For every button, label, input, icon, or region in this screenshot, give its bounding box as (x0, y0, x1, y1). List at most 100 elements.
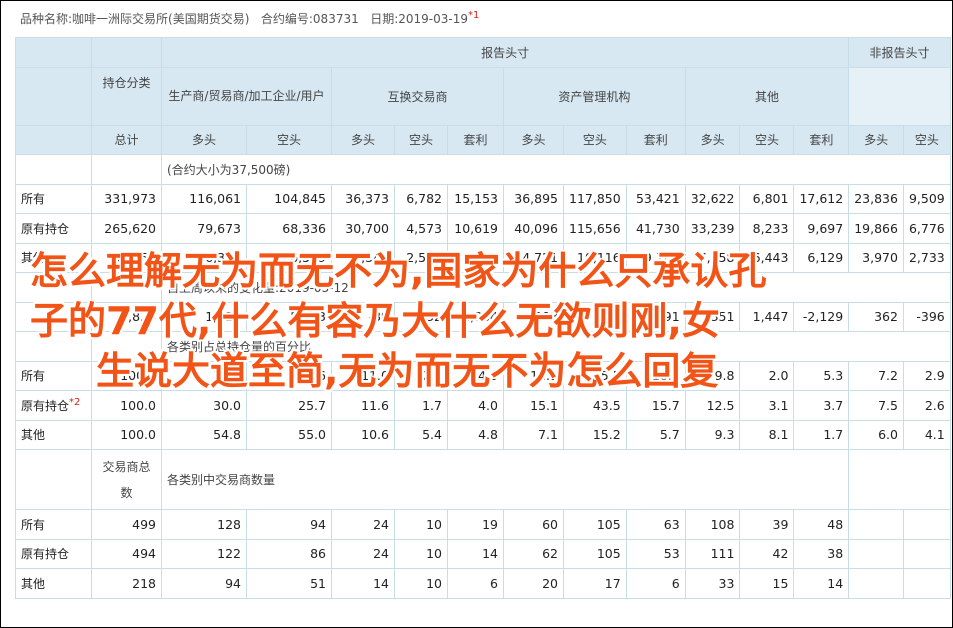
table-cell: 5.7 (625, 419, 686, 450)
table-cell: 30,700 (331, 213, 395, 244)
table-cell: 116,061 (161, 183, 247, 214)
col-nonrep-short: 空头 (902, 124, 951, 155)
traders-category-label: 各类别中交易商数量 (160, 449, 850, 510)
overlay-line-2: 子的77代,什么有容乃大什么无欲则刚,女 (30, 299, 720, 343)
table-cell: 94 (246, 509, 332, 540)
table-cell: 19 (447, 509, 504, 540)
table-cell: 8.1 (739, 419, 795, 450)
table-cell: 39 (739, 509, 795, 540)
table-cell: 48 (793, 509, 850, 540)
table-cell: 15,153 (447, 183, 504, 214)
col-other-spread: 套利 (793, 124, 850, 155)
table-cell: 111 (684, 538, 741, 569)
table-row: 所有 331,973 116,061 104,845 36,373 6,782 15,… (15, 183, 951, 214)
table-cell: 68,336 (246, 213, 332, 244)
category-managed-money: 资产管理机构 (503, 66, 686, 126)
table-cell: 42 (739, 538, 795, 569)
table-cell: 6 (625, 568, 686, 599)
table-cell: 117,850 (563, 183, 627, 214)
table-cell: 86 (246, 538, 332, 569)
group-reportable: 报告头寸 (160, 37, 850, 68)
table-cell: 10 (394, 538, 448, 569)
table-cell: 115,656 (563, 213, 627, 244)
col-total: 总计 (91, 124, 162, 155)
contract-code: 合约编号:083731 (260, 12, 359, 26)
table-cell: 7.1 (503, 419, 564, 450)
col-managed-short: 空头 (563, 124, 627, 155)
table-cell: 15.2 (563, 419, 627, 450)
table-cell: 14 (447, 538, 504, 569)
table-cell: 36,373 (331, 183, 395, 214)
traders-total-label: 交易商总数 (91, 449, 162, 510)
table-cell: 79,673 (161, 213, 247, 244)
table-cell: 10 (394, 509, 448, 540)
table-cell: 4.1 (902, 419, 951, 450)
row-label-old: 原有持仓 (15, 213, 92, 244)
col-managed-long: 多头 (503, 124, 564, 155)
col-nonrep-long: 多头 (848, 124, 904, 155)
table-cell: 9,509 (902, 183, 951, 214)
note-mark-2[interactable]: *2 (69, 397, 80, 408)
group-nonreportable: 非报告头寸 (848, 37, 951, 68)
col-producer-short: 空头 (246, 124, 332, 155)
col-producer-long: 多头 (161, 124, 247, 155)
table-cell: 15 (739, 568, 795, 599)
table-cell: 53,421 (625, 183, 686, 214)
col-swap-short: 空头 (394, 124, 448, 155)
table-cell: 6,801 (739, 183, 795, 214)
overlay-headline: 怎么理解无为而无不为,国家为什么只承认孔 子的77代,什么有容乃大什么无欲则刚,… (30, 246, 930, 396)
table-cell: 51 (246, 568, 332, 599)
col-managed-spread: 套利 (625, 124, 686, 155)
row-label-old: 原有持仓 (15, 538, 92, 569)
row-label-other: 其他 (15, 568, 92, 599)
product-name: 品种名称:咖啡一洲际交易所(美国期货交易) (20, 12, 250, 26)
table-cell: 20 (503, 568, 564, 599)
table-cell: 108 (684, 509, 741, 540)
table-row: 所有 499 128 94 24 10 19 60 105 63 108 39 48 (15, 509, 951, 540)
table-row: 其他 100.0 54.8 55.0 10.6 5.4 4.8 7.1 15.2 5.7… (15, 419, 951, 450)
col-other-short: 空头 (739, 124, 795, 155)
row-label-all: 所有 (15, 509, 92, 540)
table-cell: 104,845 (246, 183, 332, 214)
table-cell: 6.0 (848, 419, 904, 450)
table-cell: 105 (563, 509, 627, 540)
table-cell: 5.4 (394, 419, 448, 450)
table-cell: 36,895 (503, 183, 564, 214)
table-cell: 4,573 (394, 213, 448, 244)
table-cell: 6,776 (902, 213, 951, 244)
table-cell: 105 (563, 538, 627, 569)
table-cell: 6,782 (394, 183, 448, 214)
table-cell: 14 (793, 568, 850, 599)
table-cell: 9.3 (684, 419, 741, 450)
table-cell: 55.0 (246, 419, 332, 450)
table-cell: 23,836 (848, 183, 904, 214)
table-cell: 54.8 (161, 419, 247, 450)
table-cell: 9,697 (793, 213, 850, 244)
table-cell: 14 (331, 568, 395, 599)
contract-unit-label: (合约大小为37,500磅) (161, 154, 951, 185)
table-cell: 100.0 (91, 419, 162, 450)
note-mark-1[interactable]: *1 (468, 10, 479, 21)
position-category-header: 持仓分类 (91, 66, 162, 126)
table-cell: 24 (331, 538, 395, 569)
table-cell: 38 (793, 538, 850, 569)
table-cell: 331,973 (91, 183, 162, 214)
table-row: 原有持仓 265,620 79,673 68,336 30,700 4,573 10,… (15, 213, 951, 244)
table-cell: 60 (503, 509, 564, 540)
table-cell: 53 (625, 538, 686, 569)
table-cell: 122 (161, 538, 247, 569)
overlay-line-3: 生说大道至简,无为而无不为怎么回复 (96, 349, 719, 393)
table-cell: 40,096 (503, 213, 564, 244)
table-cell: 10,619 (447, 213, 504, 244)
table-row: 其他 218 94 51 14 10 6 20 17 6 33 15 14 (15, 568, 951, 599)
table-cell: 41,730 (625, 213, 686, 244)
table-cell: 265,620 (91, 213, 162, 244)
category-swap-dealer: 互换交易商 (331, 66, 504, 126)
table-cell: 63 (625, 509, 686, 540)
overlay-line-1: 怎么理解无为而无不为,国家为什么只承认孔 (30, 249, 767, 293)
row-label-other: 其他 (15, 419, 92, 450)
table-cell: 32,622 (684, 183, 741, 214)
table-cell: 128 (161, 509, 247, 540)
report-header: 品种名称:咖啡一洲际交易所(美国期货交易) 合约编号:083731 日期:201… (20, 10, 479, 27)
table-cell: 94 (161, 568, 247, 599)
